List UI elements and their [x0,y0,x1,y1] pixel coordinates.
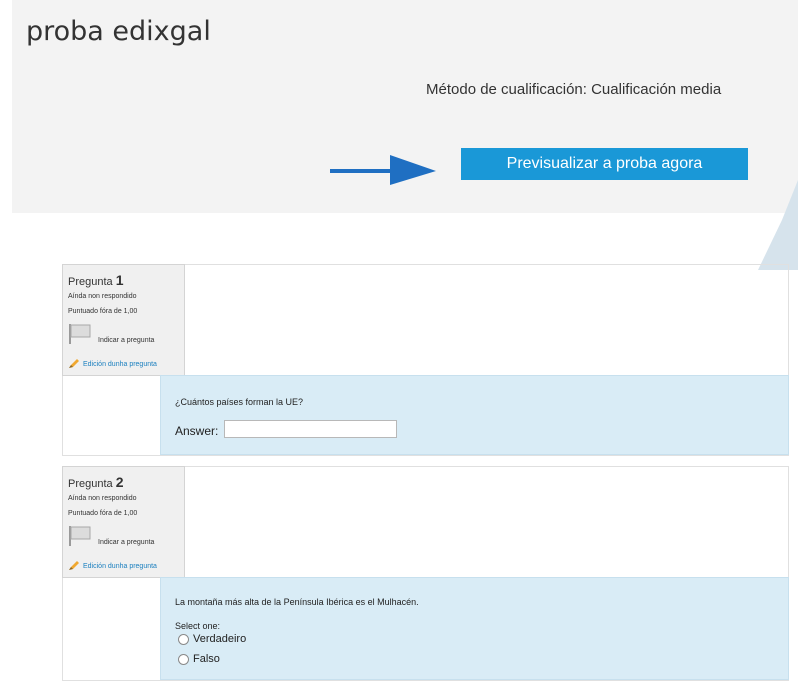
question-2-title: Pregunta 2 [68,474,124,490]
radio-icon[interactable] [178,653,189,665]
question-2-text: La montaña más alta de la Península Ibér… [175,597,419,607]
flag-icon[interactable] [68,323,92,345]
select-one-label: Select one: [175,621,221,631]
quiz-title: proba edixgal [26,16,211,47]
question-2-formulation: La montaña más alta de la Península Ibér… [160,577,789,680]
question-1-grade: Puntuado fóra de 1,00 [68,308,138,315]
option-false[interactable]: Falso [178,653,220,665]
question-2-number: 2 [115,474,124,490]
pencil-icon [69,359,79,368]
edit-question-link[interactable]: Edición dunha pregunta [68,561,157,571]
question-2-state: Aínda non respondido [68,495,137,502]
question-2-info: Pregunta 2 Aínda non respondido Puntuado… [62,466,185,578]
question-1-formulation: ¿Cuántos países forman la UE? Answer: [160,375,789,455]
flag-icon[interactable] [68,525,92,547]
flag-question-link[interactable]: Indicar a pregunta [98,337,154,344]
preview-quiz-button[interactable]: Previsualizar a proba agora [461,148,748,180]
question-2-grade: Puntuado fóra de 1,00 [68,510,138,517]
quiz-header-panel: proba edixgal Método de cualificación: C… [12,0,798,213]
flag-question-link[interactable]: Indicar a pregunta [98,539,154,546]
question-1-number: 1 [115,272,124,288]
arrow-right-icon [330,155,436,185]
pencil-icon [69,561,79,570]
option-true[interactable]: Verdadeiro [178,633,246,645]
answer-label: Answer: [175,424,219,438]
radio-icon[interactable] [178,633,189,645]
question-1-state: Aínda non respondido [68,293,137,300]
question-1-info: Pregunta 1 Aínda non respondido Puntuado… [62,264,185,376]
grading-method: Método de cualificación: Cualificación m… [426,81,722,98]
background-shape [758,180,798,270]
edit-question-link[interactable]: Edición dunha pregunta [68,359,157,369]
answer-input[interactable] [224,420,397,438]
question-1-text: ¿Cuántos países forman la UE? [175,397,304,407]
question-1-title: Pregunta 1 [68,272,124,288]
